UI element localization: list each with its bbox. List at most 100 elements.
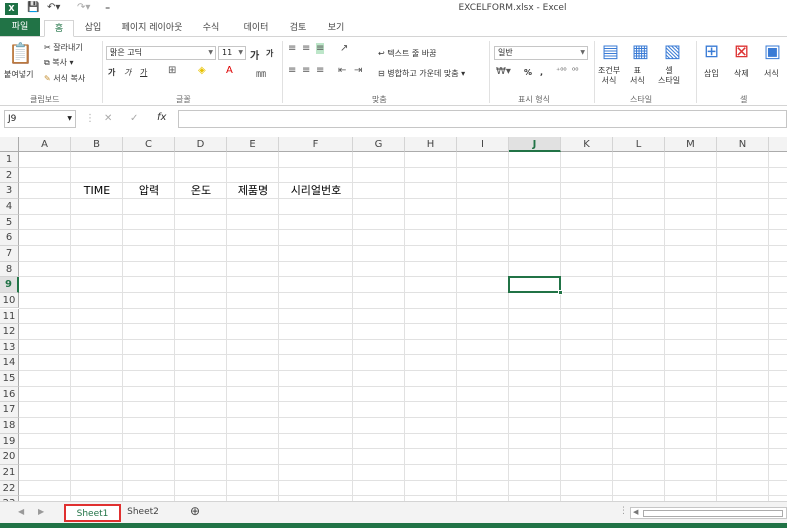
row-header-12[interactable]: 12 — [0, 324, 19, 340]
enter-button[interactable]: ✓ — [130, 113, 138, 124]
increase-indent-icon[interactable]: ⇥ — [354, 65, 362, 76]
font-name-combo[interactable]: 맑은 고딕 ▼ — [106, 46, 216, 60]
column-header-b[interactable]: B — [71, 137, 123, 152]
orientation-icon[interactable]: ↗ — [340, 43, 348, 54]
tab-review[interactable]: 검토 — [284, 20, 312, 37]
row-header-3[interactable]: 3 — [0, 183, 19, 199]
row-header-7[interactable]: 7 — [0, 245, 19, 262]
format-cells-button[interactable]: 서식 — [764, 68, 779, 79]
copy-button[interactable]: ⧉ 복사 ▾ — [44, 57, 74, 68]
cell-styles-icon[interactable]: ▧ — [664, 41, 681, 62]
sheet-tab-sheet2[interactable]: Sheet2 — [124, 504, 162, 522]
cell-c3[interactable]: 압력 — [123, 183, 175, 198]
cell-f3[interactable]: 시리얼번호 — [279, 183, 353, 198]
tab-home[interactable]: 홈 — [44, 20, 74, 37]
column-header-a[interactable]: A — [19, 137, 71, 152]
tab-page-layout[interactable]: 페이지 레이아웃 — [116, 20, 188, 37]
row-header-5[interactable]: 5 — [0, 214, 19, 231]
cell-b3[interactable]: TIME — [71, 183, 123, 198]
horizontal-scrollbar[interactable]: ◀ — [630, 507, 787, 519]
paste-icon[interactable]: 📋 — [8, 41, 33, 65]
row-header-4[interactable]: 4 — [0, 198, 19, 215]
cut-button[interactable]: ✂ 잘라내기 — [44, 42, 83, 53]
border-icon[interactable]: ⊞ — [168, 65, 176, 76]
row-header-6[interactable]: 6 — [0, 230, 19, 246]
underline-button[interactable]: 가 — [140, 67, 147, 78]
insert-cells-icon[interactable]: ⊞ — [704, 41, 719, 62]
column-header-g[interactable]: G — [353, 137, 405, 152]
fill-handle[interactable] — [558, 289, 563, 295]
insert-function-button[interactable]: fx — [157, 112, 166, 123]
percent-button[interactable]: % — [524, 68, 532, 77]
sheet-tab-sheet1[interactable]: Sheet1 — [64, 504, 121, 522]
row-header-21[interactable]: 21 — [0, 465, 19, 481]
bold-button[interactable]: 가 — [108, 67, 115, 78]
tab-formulas[interactable]: 수식 — [196, 20, 226, 37]
row-header-11[interactable]: 11 — [0, 308, 19, 325]
comma-button[interactable]: , — [540, 68, 543, 77]
row-header-8[interactable]: 8 — [0, 261, 19, 278]
row-header-15[interactable]: 15 — [0, 371, 19, 387]
tab-view[interactable]: 보기 — [322, 20, 350, 37]
paste-button[interactable]: 붙여넣기 — [4, 69, 33, 80]
fill-color-icon[interactable]: ◈ — [198, 65, 206, 76]
row-header-16[interactable]: 16 — [0, 386, 19, 403]
cancel-button[interactable]: ✕ — [104, 113, 112, 124]
align-middle-icon[interactable]: ≡ — [302, 43, 310, 54]
column-header-l[interactable]: L — [613, 137, 665, 152]
phonetic-icon[interactable]: ㎜ — [256, 65, 266, 80]
align-bottom-icon[interactable]: ≡ — [316, 43, 325, 54]
align-center-icon[interactable]: ≡ — [302, 65, 310, 76]
column-header-o[interactable]: O — [769, 137, 787, 152]
row-header-2[interactable]: 2 — [0, 167, 19, 184]
scroll-left-icon[interactable]: ◀ — [18, 507, 24, 516]
select-all-button[interactable] — [0, 137, 19, 152]
cell-styles-button[interactable]: 셀 스타일 — [658, 66, 680, 86]
active-cell-j9[interactable] — [508, 276, 563, 295]
row-header-13[interactable]: 13 — [0, 339, 19, 356]
row-header-20[interactable]: 20 — [0, 449, 19, 465]
name-box[interactable]: J9 ▼ — [4, 110, 76, 128]
formula-input[interactable] — [178, 110, 787, 128]
cell-e3[interactable]: 제품명 — [227, 183, 279, 198]
scrollbar-thumb[interactable] — [643, 510, 783, 517]
column-header-n[interactable]: N — [717, 137, 769, 152]
increase-decimal-icon[interactable]: ⁺⁰⁰ — [556, 66, 567, 75]
row-header-17[interactable]: 17 — [0, 402, 19, 419]
row-header-1[interactable]: 1 — [0, 152, 19, 168]
number-format-combo[interactable]: 일반 ▼ — [494, 46, 588, 60]
tab-insert[interactable]: 삽입 — [78, 20, 108, 37]
column-header-f[interactable]: F — [279, 137, 353, 152]
scroll-right-icon[interactable]: ▶ — [38, 507, 44, 516]
scroll-left-icon[interactable]: ◀ — [633, 508, 638, 516]
merge-center-button[interactable]: ⊟ 병합하고 가운데 맞춤 ▾ — [378, 68, 465, 79]
italic-button[interactable]: 가 — [124, 67, 131, 78]
row-header-10[interactable]: 10 — [0, 292, 19, 309]
grow-font-button[interactable]: 가 — [250, 47, 259, 62]
worksheet-grid[interactable]: ABCDEFGHIJKLMNO1234567891011121314151617… — [0, 137, 787, 501]
cell-d3[interactable]: 온도 — [175, 183, 227, 198]
column-header-h[interactable]: H — [405, 137, 457, 152]
currency-icon[interactable]: ₩▾ — [496, 66, 511, 77]
decrease-decimal-icon[interactable]: ⁰⁰ — [572, 66, 578, 75]
column-header-j[interactable]: J — [509, 137, 561, 152]
align-top-icon[interactable]: ≡ — [288, 43, 296, 54]
format-painter-button[interactable]: ✎ 서식 복사 — [44, 73, 85, 84]
align-left-icon[interactable]: ≡ — [288, 65, 296, 76]
conditional-format-icon[interactable]: ▤ — [602, 41, 619, 62]
conditional-format-button[interactable]: 조건부 서식 — [598, 66, 620, 86]
font-size-combo[interactable]: 11 ▼ — [218, 46, 246, 60]
column-header-d[interactable]: D — [175, 137, 227, 152]
row-header-19[interactable]: 19 — [0, 433, 19, 450]
row-header-22[interactable]: 22 — [0, 480, 19, 497]
format-table-button[interactable]: 표 서식 — [630, 66, 645, 86]
tab-data[interactable]: 데이터 — [238, 20, 274, 37]
decrease-indent-icon[interactable]: ⇤ — [338, 65, 346, 76]
column-header-m[interactable]: M — [665, 137, 717, 152]
delete-cells-button[interactable]: 삭제 — [734, 68, 749, 79]
tab-file[interactable]: 파일 — [0, 18, 40, 37]
column-header-k[interactable]: K — [561, 137, 613, 152]
shrink-font-button[interactable]: 가 — [266, 48, 273, 59]
add-sheet-button[interactable]: ⊕ — [185, 503, 205, 521]
column-header-i[interactable]: I — [457, 137, 509, 152]
